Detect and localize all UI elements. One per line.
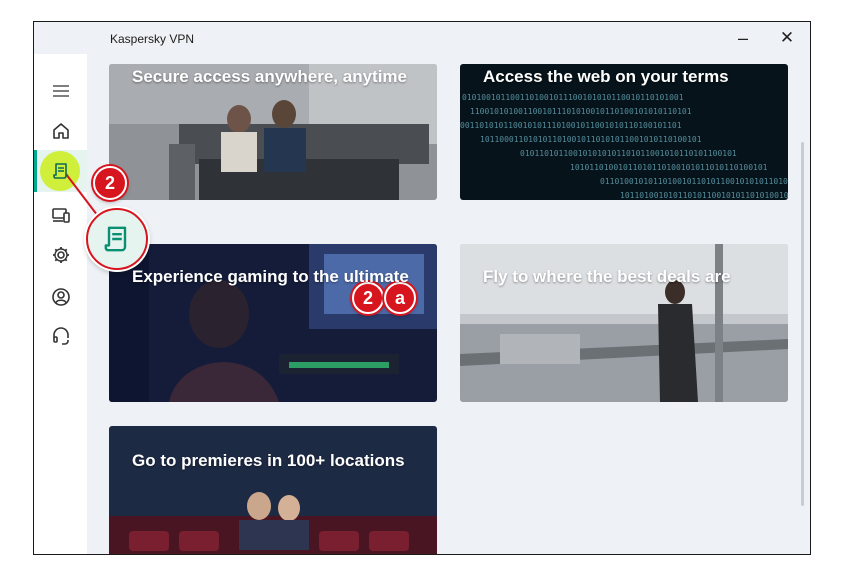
card-access-web[interactable]: 0101001011001101001011100101010110010110… [460,64,788,200]
card-title: Experience gaming to the ultimate [132,267,409,286]
scenarios-icon [52,163,67,179]
account-icon[interactable] [46,282,76,312]
close-button[interactable]: ✕ [772,26,802,50]
svg-text:010110101100101010101101011001: 0101101011001010101011010110010101101011… [520,149,737,158]
svg-text:101011010010110101101001010110: 1010110100101101011010010101101011010010… [570,163,768,172]
support-icon[interactable] [46,321,76,351]
sidebar-item-scenarios[interactable] [34,150,87,192]
zoom-callout [86,208,148,270]
callout-badge-2: 2 [93,166,127,200]
svg-text:010100101100110100101110010101: 0101001011001101001011100101010110010110… [462,93,684,102]
scenarios-icon [104,226,127,252]
card-premieres[interactable]: Go to premieres in 100+ locations [109,426,437,554]
sidebar [34,54,87,554]
settings-icon[interactable] [46,240,76,270]
svg-text:001101010110010101110100101100: 0011010101100101011101001011001010110100… [460,121,682,130]
title-bar: Kaspersky VPN – ✕ [34,22,810,54]
card-fly-deals[interactable]: Fly to where the best deals are [460,244,788,402]
scrollbar[interactable] [801,142,804,506]
minimize-button[interactable]: – [728,26,758,50]
window-title: Kaspersky VPN [110,32,195,46]
devices-icon[interactable] [46,200,76,230]
app-window: Kaspersky VPN – ✕ Secure access anywhere… [33,21,811,555]
active-indicator [34,150,37,192]
svg-text:110010101001100101110101001011: 1100101010011001011101010010110100101010… [470,107,692,116]
svg-text:101100011010101101001011010101: 1011000110101011010010110101011001010110… [480,135,702,144]
svg-text:101101001010110101100101011010: 101101001010110101100101011010100101101 [620,191,788,200]
cinema-image [109,426,437,554]
menu-icon[interactable] [46,76,76,106]
svg-text:011010010101101001011010110010: 0110100101011010010110101100101010110100 [600,177,788,186]
card-secure-access[interactable]: Secure access anywhere, anytime [109,64,437,200]
card-title: Fly to where the best deals are [483,267,731,286]
home-icon[interactable] [46,116,76,146]
card-title: Go to premieres in 100+ locations [132,451,405,470]
card-gaming[interactable]: Experience gaming to the ultimate [109,244,437,402]
card-title: Access the web on your terms [483,67,729,86]
scenarios-grid: Secure access anywhere, anytime 01010010… [87,54,792,554]
card-title: Secure access anywhere, anytime [132,67,407,86]
